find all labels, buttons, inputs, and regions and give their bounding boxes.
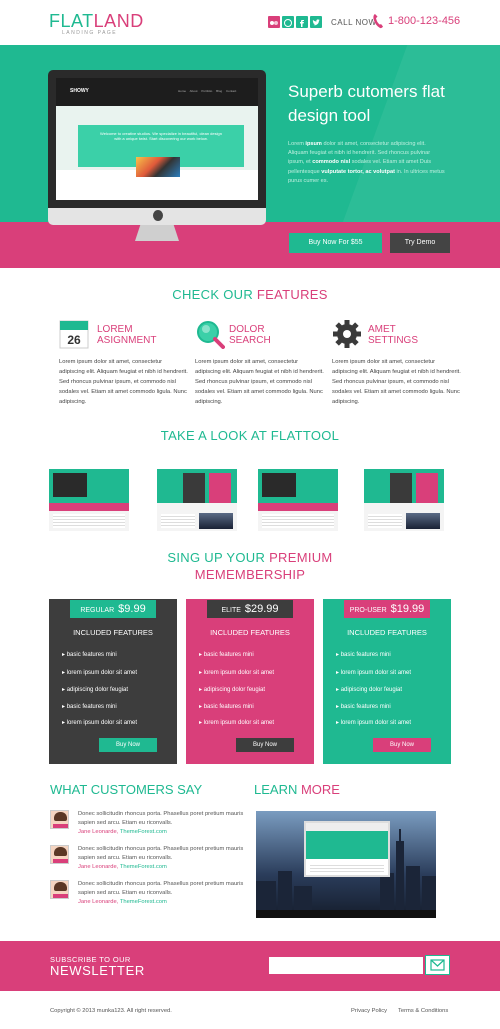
logo-subtitle: LANDING PAGE <box>62 30 118 36</box>
plan-feature-item: ▸ lorem ipsum dolor sit amet <box>199 720 275 726</box>
flickr-icon[interactable] <box>268 16 280 28</box>
plan-included-label: INCLUDED FEATURES <box>73 628 153 637</box>
hero-text: Lorem ipsum dolor sit amet, consectetur … <box>288 141 445 184</box>
phone-icon <box>372 13 384 29</box>
envelope-icon <box>430 959 445 971</box>
plan-included-label: INCLUDED FEATURES <box>210 628 290 637</box>
copyright: Copyright © 2013 munka123. All right res… <box>50 1008 172 1014</box>
gallery-thumb[interactable] <box>258 461 338 531</box>
video-toolbar[interactable] <box>256 910 436 918</box>
feature-title-2: DOLOR SEARCH <box>229 324 271 346</box>
imac-stand <box>135 225 179 241</box>
screen-navbar: SHOWY Home About Portfolio Blog Contact <box>56 78 258 106</box>
feature-title-3: AMET SETTINGS <box>368 324 419 346</box>
try-demo-button[interactable]: Try Demo <box>390 233 450 253</box>
plan-header-regular: REGULAR $9.99 <box>70 600 156 618</box>
terms-link[interactable]: Terms & Conditions <box>398 1008 448 1014</box>
plan-feature-item: ▸ basic features mini <box>336 652 391 658</box>
learn-more-video[interactable] <box>256 811 436 918</box>
testimonial-quote: Donec sollicitudin rhoncus porta. Phasel… <box>78 811 244 826</box>
logo-flat: FLAT <box>49 11 94 31</box>
video-screen <box>304 821 390 877</box>
learn-more-title: LEARN MORE <box>254 782 340 797</box>
gallery-thumb[interactable] <box>157 461 237 531</box>
plan-header-pro: PRO-USER $19.99 <box>344 600 430 618</box>
hero-shade <box>312 45 500 222</box>
feature-text-1: Lorem ipsum dolor sit amet, consectetur … <box>59 359 188 405</box>
plan-buy-button-regular[interactable]: Buy Now <box>99 738 157 752</box>
plan-feature-item: ▸ lorem ipsum dolor sit amet <box>199 670 275 676</box>
facebook-icon[interactable] <box>296 16 308 28</box>
imac-screen: SHOWY Home About Portfolio Blog Contact … <box>56 78 258 200</box>
testimonial-author: Jane Leonarde, ThemeForest.com <box>78 829 167 835</box>
features-title: CHECK OUR FEATURES <box>172 287 328 302</box>
gallery-thumb[interactable] <box>364 461 444 531</box>
avatar <box>50 810 69 829</box>
screen-brand: SHOWY <box>70 88 89 94</box>
plan-feature-item: ▸ adipiscing dolor feugiat <box>336 687 403 693</box>
newsletter-title: NEWSLETTER <box>50 963 145 978</box>
avatar <box>50 880 69 899</box>
plan-header-elite: ELITE $29.99 <box>207 600 293 618</box>
logo-land: LAND <box>93 11 144 31</box>
testimonial-author: Jane Leonarde, ThemeForest.com <box>78 864 167 870</box>
feature-title-1: LOREM ASIGNMENT <box>97 324 157 346</box>
header: FLATLAND LANDING PAGE CALL NOW 1-800-123… <box>0 0 500 45</box>
plan-feature-item: ▸ basic features mini <box>199 652 254 658</box>
phone-number[interactable]: 1-800-123-456 <box>388 15 460 27</box>
calendar-icon: 26 <box>59 319 89 349</box>
calendar-day: 26 <box>67 333 81 347</box>
privacy-policy-link[interactable]: Privacy Policy <box>351 1008 387 1014</box>
testimonial-quote: Donec sollicitudin rhoncus porta. Phasel… <box>78 881 244 896</box>
plan-included-label: INCLUDED FEATURES <box>347 628 427 637</box>
screen-image <box>136 157 180 177</box>
plan-feature-item: ▸ basic features mini <box>62 652 117 658</box>
logo[interactable]: FLATLAND <box>49 12 144 30</box>
testimonial-quote: Donec sollicitudin rhoncus porta. Phasel… <box>78 846 244 861</box>
plan-feature-item: ▸ basic features mini <box>62 704 117 710</box>
feature-text-3: Lorem ipsum dolor sit amet, consectetur … <box>332 359 461 405</box>
plan-buy-button-elite[interactable]: Buy Now <box>236 738 294 752</box>
plan-feature-item: ▸ adipiscing dolor feugiat <box>62 687 129 693</box>
plan-feature-item: ▸ lorem ipsum dolor sit amet <box>62 670 138 676</box>
plan-buy-button-pro[interactable]: Buy Now <box>373 738 431 752</box>
screen-menu: Home About Portfolio Blog Contact <box>178 89 237 93</box>
plan-feature-item: ▸ basic features mini <box>199 704 254 710</box>
newsletter-submit-button[interactable] <box>425 955 450 975</box>
plan-feature-item: ▸ lorem ipsum dolor sit amet <box>336 670 412 676</box>
twitter-icon[interactable] <box>310 16 322 28</box>
plan-feature-item: ▸ lorem ipsum dolor sit amet <box>336 720 412 726</box>
dribbble-icon[interactable] <box>282 16 294 28</box>
search-icon <box>195 319 225 349</box>
apple-logo-icon <box>153 210 163 221</box>
hero-title: Superb cutomers flat design tool <box>288 82 445 125</box>
testimonials-title: WHAT CUSTOMERS SAY <box>50 782 203 797</box>
feature-text-2: Lorem ipsum dolor sit amet, consectetur … <box>195 359 324 405</box>
plan-feature-item: ▸ basic features mini <box>336 704 391 710</box>
buy-now-button[interactable]: Buy Now For $55 <box>289 233 382 253</box>
plan-feature-item: ▸ adipiscing dolor feugiat <box>199 687 266 693</box>
call-now-label: CALL NOW <box>331 18 377 27</box>
newsletter-email-input[interactable] <box>269 957 423 974</box>
pricing-title: SING UP YOUR PREMIUM MEMEMBERSHIP <box>167 550 333 582</box>
avatar <box>50 845 69 864</box>
plan-feature-item: ▸ lorem ipsum dolor sit amet <box>62 720 138 726</box>
testimonial-author: Jane Leonarde, ThemeForest.com <box>78 899 167 905</box>
gear-icon <box>332 319 362 349</box>
gallery-thumb[interactable] <box>49 461 129 531</box>
imac-mockup: SHOWY Home About Portfolio Blog Contact … <box>48 70 266 208</box>
gallery-title: TAKE A LOOK AT FLATTOOL <box>160 428 340 443</box>
